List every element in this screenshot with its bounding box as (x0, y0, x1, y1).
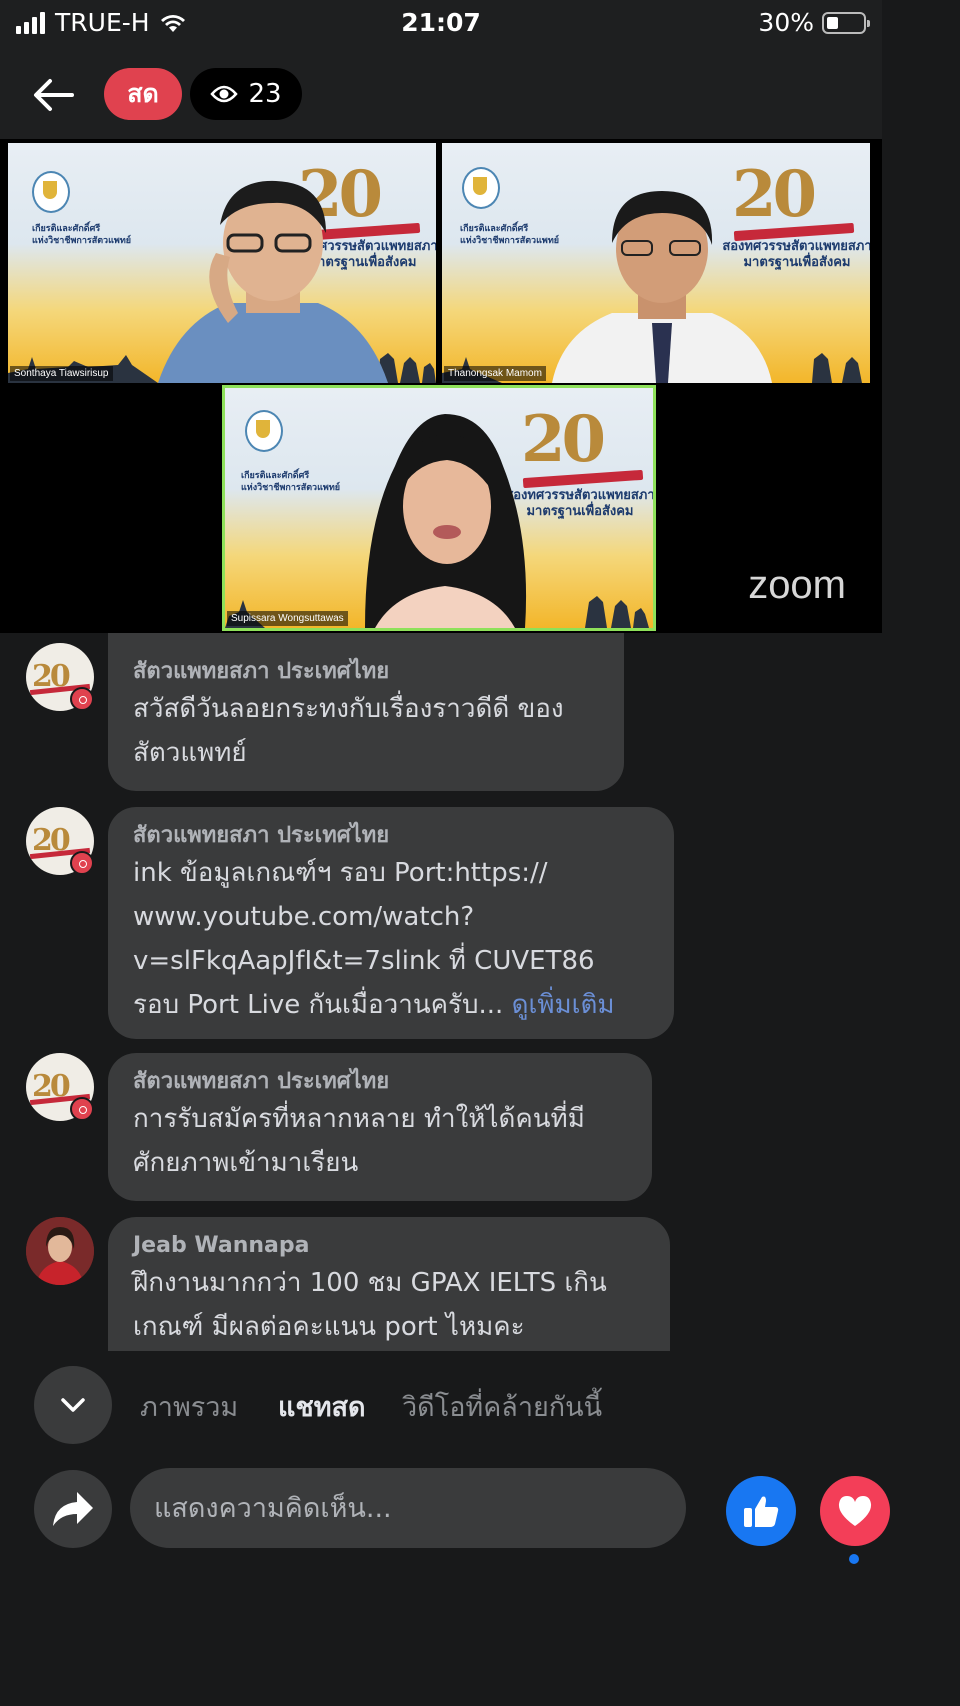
user-photo (26, 1217, 94, 1285)
participant-name: Sonthaya Tiawsirisup (10, 366, 113, 381)
council-logo (245, 410, 283, 452)
comment-author[interactable]: สัตวแพทยสภา ประเทศไทย (133, 657, 599, 687)
banner-tagline: เกียรติและศักดิ์ศรี แห่งวิชาชีพการสัตวแพ… (460, 224, 560, 246)
council-logo (32, 171, 70, 213)
comment-bubble[interactable]: สัตวแพทยสภา ประเทศไทย การรับสมัครที่หลาก… (108, 1053, 652, 1201)
comment-bubble[interactable]: Jeab Wannapa ฝึกงานมากกว่า 100 ชม GPAX I… (108, 1217, 670, 1351)
participant-tile: เกียรติและศักดิ์ศรี แห่งวิชาชีพการสัตวแพ… (8, 143, 436, 383)
participant-tile: เกียรติและศักดิ์ศรี แห่งวิชาชีพการสัตวแพ… (442, 143, 870, 383)
participant-video (158, 180, 388, 383)
live-badge-label: สด (127, 79, 159, 108)
live-broadcast-icon (70, 851, 94, 875)
see-more-link[interactable]: ดูเพิ่มเติม (512, 990, 615, 1020)
live-broadcast-icon (70, 687, 94, 711)
back-button[interactable] (30, 72, 76, 118)
thumbs-up-icon (744, 1496, 779, 1527)
participant-name: Thanongsak Mamom (444, 366, 546, 381)
reaction-indicator-dot (849, 1554, 859, 1564)
eye-icon (210, 85, 239, 103)
chevron-down-icon (61, 1398, 85, 1412)
comment-author[interactable]: สัตวแพทยสภา ประเทศไทย (133, 821, 649, 851)
tab-bar: ภาพรวม แชทสด วิดีโอที่คล้ายกันนี้ (0, 1351, 882, 1456)
comment-text: สวัสดีวันลอยกระทงกับเรื่องราวดีดี ของ สั… (133, 694, 564, 768)
comment-bubble[interactable]: สัตวแพทยสภา ประเทศไทย สวัสดีวันลอยกระทงก… (108, 633, 624, 791)
heart-icon (838, 1496, 872, 1526)
battery-icon (822, 11, 870, 34)
share-icon (53, 1492, 93, 1526)
comment-text: การรับสมัครที่หลากหลาย ทำให้ได้คนที่มี ศ… (133, 1104, 585, 1178)
live-chat[interactable]: 20 สัตวแพทยสภา ประเทศไทย สวัสดีวันลอยกระ… (0, 633, 882, 1351)
live-video[interactable]: เกียรติและศักดิ์ศรี แห่งวิชาชีพการสัตวแพ… (0, 139, 882, 633)
tab-live-chat[interactable]: แชทสด (278, 1385, 366, 1428)
banner-tagline: เกียรติและศักดิ์ศรี แห่งวิชาชีพการสัตวแพ… (32, 224, 132, 246)
clock: 21:07 (401, 8, 481, 37)
viewer-count: 23 (248, 79, 282, 109)
comment-author[interactable]: Jeab Wannapa (133, 1231, 645, 1261)
viewer-count-badge[interactable]: 23 (190, 68, 302, 120)
comment-author[interactable]: สัตวแพทยสภา ประเทศไทย (133, 1067, 627, 1097)
avatar[interactable] (26, 1217, 94, 1285)
zoom-watermark: zoom (748, 563, 846, 607)
tab-overview[interactable]: ภาพรวม (140, 1385, 238, 1428)
active-speaker-tile: เกียรติและศักดิ์ศรี แห่งวิชาชีพการสัตวแพ… (222, 385, 656, 631)
love-reaction-button[interactable] (820, 1476, 890, 1546)
participant-video (365, 414, 527, 628)
live-badge: สด (104, 68, 182, 120)
like-reaction-button[interactable] (726, 1476, 796, 1546)
back-arrow-icon (34, 79, 74, 111)
live-header: สด 23 (0, 44, 882, 139)
tab-similar-videos[interactable]: วิดีโอที่คล้ายกันนี้ (402, 1385, 602, 1428)
participant-video (552, 191, 772, 383)
comment-bubble[interactable]: สัตวแพทยสภา ประเทศไทย ink ข้อมูลเกณฑ์ฯ ร… (108, 807, 674, 1039)
comment-composer (0, 1456, 890, 1568)
banner-tagline: เกียรติและศักดิ์ศรี แห่งวิชาชีพการสัตวแพ… (241, 471, 341, 493)
live-broadcast-icon (70, 1097, 94, 1121)
battery-percent: 30% (758, 8, 814, 37)
participant-name: Supissara Wongsuttawas (227, 611, 348, 626)
share-button[interactable] (34, 1470, 112, 1548)
status-bar: TRUE-H 21:07 30% (0, 0, 882, 44)
comment-text: ฝึกงานมากกว่า 100 ชม GPAX IELTS เกิน เกณ… (133, 1268, 607, 1342)
council-logo (462, 167, 500, 209)
collapse-button[interactable] (34, 1366, 112, 1444)
comment-input[interactable] (130, 1468, 686, 1548)
